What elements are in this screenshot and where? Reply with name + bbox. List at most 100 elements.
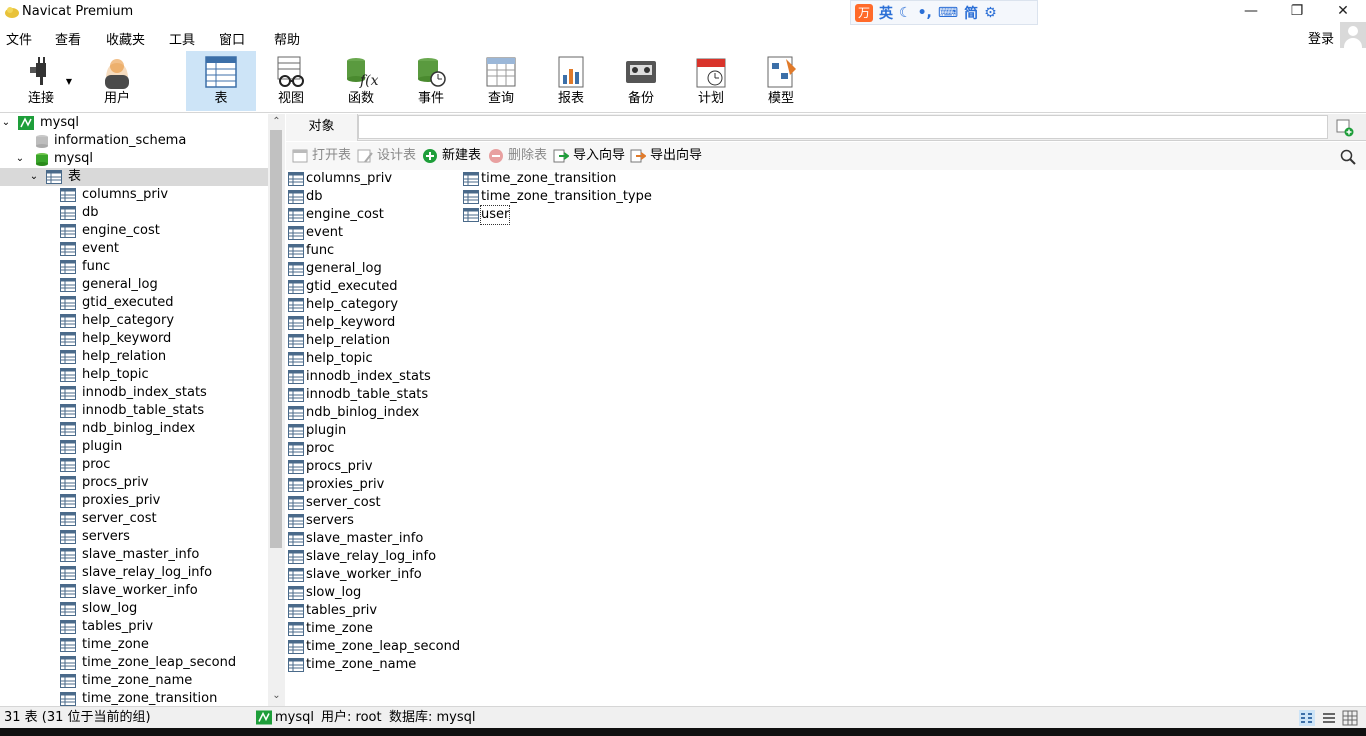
gear-icon[interactable]: ⚙ xyxy=(984,5,997,21)
tree-db-label: mysql xyxy=(54,151,93,166)
tree-table-label: help_keyword xyxy=(82,331,172,346)
table-icon xyxy=(60,638,76,652)
restore-button[interactable]: ❐ xyxy=(1274,0,1320,24)
function-label: 函数 xyxy=(347,91,374,106)
import-wizard-button[interactable]: 导入向导 xyxy=(553,148,625,164)
table-icon xyxy=(288,622,304,636)
model-button[interactable]: 模型 xyxy=(746,51,816,111)
object-table-label: time_zone_transition xyxy=(481,171,617,186)
chevron-down-icon[interactable]: ⌄ xyxy=(268,690,285,704)
object-table-label: time_zone xyxy=(306,621,373,636)
chevron-down-icon[interactable]: ⌄ xyxy=(0,114,12,132)
backup-label: 备份 xyxy=(627,91,654,106)
table-icon xyxy=(288,388,304,402)
event-button[interactable]: 事件 xyxy=(396,51,466,111)
menu-view[interactable]: 查看 xyxy=(55,29,81,48)
table-icon xyxy=(288,550,304,564)
tab-objects[interactable]: 对象 xyxy=(286,114,358,141)
table-icon xyxy=(60,602,76,616)
menu-favorites[interactable]: 收藏夹 xyxy=(106,29,145,48)
backup-button[interactable]: 备份 xyxy=(606,51,676,111)
object-table-label: plugin xyxy=(306,423,347,438)
chevron-down-icon[interactable]: ⌄ xyxy=(28,168,40,186)
grid-view-icon[interactable] xyxy=(1342,710,1358,726)
query-button[interactable]: 查询 xyxy=(466,51,536,111)
menu-window[interactable]: 窗口 xyxy=(219,29,245,48)
table-icon xyxy=(60,476,76,490)
object-table-label: columns_priv xyxy=(306,171,393,186)
close-button[interactable]: ✕ xyxy=(1320,0,1366,24)
delete-table-button[interactable]: 删除表 xyxy=(488,148,547,164)
export-icon xyxy=(630,149,646,163)
new-table-button[interactable]: 新建表 xyxy=(422,148,481,164)
new-tab-icon[interactable] xyxy=(1336,119,1354,137)
table-icon xyxy=(60,512,76,526)
object-list: columns_priv db engine_cost event func genera… xyxy=(286,170,1366,706)
table-icon xyxy=(60,674,76,688)
table-icon xyxy=(288,586,304,600)
design-table-icon xyxy=(357,149,373,163)
table-icon xyxy=(60,368,76,382)
avatar[interactable] xyxy=(1340,22,1366,48)
minimize-button[interactable]: — xyxy=(1228,0,1274,24)
object-table-label: engine_cost xyxy=(306,207,384,222)
table-icon xyxy=(60,314,76,328)
table-icon xyxy=(60,188,76,202)
event-icon xyxy=(418,58,446,87)
keyboard-icon[interactable]: ⌨ xyxy=(938,5,958,21)
object-table-label: event xyxy=(306,225,344,240)
object-table-label: servers xyxy=(306,513,354,528)
detail-view-icon[interactable] xyxy=(1321,710,1337,726)
report-button[interactable]: 报表 xyxy=(536,51,606,111)
tree-table-label: plugin xyxy=(82,439,123,454)
function-button[interactable]: f(x) 函数 xyxy=(326,51,396,111)
tree-table-label: time_zone_leap_second xyxy=(82,655,237,670)
list-view-icon[interactable] xyxy=(1299,710,1315,726)
object-table-label: innodb_index_stats xyxy=(306,369,431,384)
object-table-label: proc xyxy=(306,441,335,456)
object-table-label: procs_priv xyxy=(306,459,373,474)
table-icon xyxy=(60,458,76,472)
ime-lang-label[interactable]: 英 xyxy=(879,3,893,23)
tree-table-label: time_zone_name xyxy=(82,673,193,688)
connection-button[interactable]: ▼ 连接 xyxy=(6,51,76,111)
table-icon xyxy=(288,532,304,546)
table-icon xyxy=(288,442,304,456)
user-label: 用户 xyxy=(103,91,130,106)
object-table-label: slow_log xyxy=(306,585,362,600)
menu-file[interactable]: 文件 xyxy=(6,29,32,48)
ime-mode-label[interactable]: 简 xyxy=(964,3,978,23)
table-icon xyxy=(60,242,76,256)
tree-scrollbar[interactable]: ⌃ ⌄ xyxy=(268,114,285,706)
calendar-icon xyxy=(696,58,726,88)
open-table-button[interactable]: 打开表 xyxy=(292,148,351,164)
object-table-label: slave_master_info xyxy=(306,531,424,546)
scrollbar-thumb[interactable] xyxy=(270,130,282,548)
tree-table-label: general_log xyxy=(82,277,158,292)
user-button[interactable]: 用户 xyxy=(82,51,152,111)
schedule-button[interactable]: 计划 xyxy=(676,51,746,111)
table-icon xyxy=(60,692,76,706)
menu-help[interactable]: 帮助 xyxy=(274,29,300,48)
login-link[interactable]: 登录 xyxy=(1308,28,1334,47)
menu-tools[interactable]: 工具 xyxy=(169,29,195,48)
tree-tables-node[interactable]: ⌄ 表 xyxy=(0,168,268,186)
table-icon xyxy=(288,172,304,186)
table-icon xyxy=(288,334,304,348)
table-icon xyxy=(288,316,304,330)
title-bar: Navicat Premium — ❐ ✕ xyxy=(0,0,1366,24)
chevron-up-icon[interactable]: ⌃ xyxy=(268,116,285,130)
view-button[interactable]: 视图 xyxy=(256,51,326,111)
moon-icon[interactable]: ☾ xyxy=(899,5,912,21)
search-icon[interactable] xyxy=(1340,149,1356,165)
status-bar: 31 表 (31 位于当前的组) mysql 用户: root 数据库: mys… xyxy=(0,706,1366,728)
table-button[interactable]: 表 xyxy=(186,51,256,111)
export-wizard-button[interactable]: 导出向导 xyxy=(630,148,702,164)
punctuation-icon[interactable]: •, xyxy=(918,5,932,21)
object-table-label: slave_relay_log_info xyxy=(306,549,437,564)
design-table-button[interactable]: 设计表 xyxy=(357,148,416,164)
tree-table-label: time_zone xyxy=(82,637,149,652)
navicat-logo-icon xyxy=(5,7,19,18)
chevron-down-icon[interactable]: ▼ xyxy=(66,77,72,86)
chevron-down-icon[interactable]: ⌄ xyxy=(14,150,26,168)
